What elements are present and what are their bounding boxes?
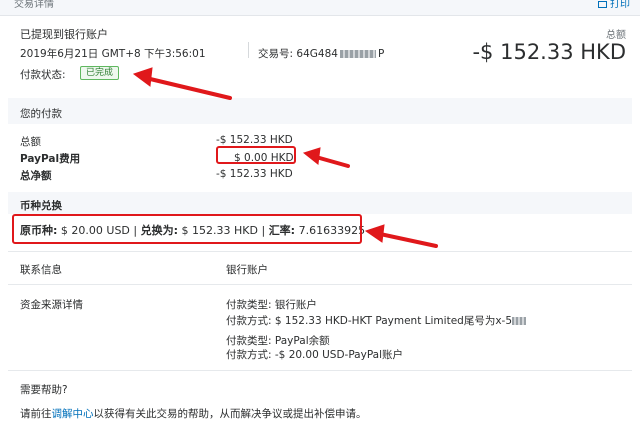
annotation-arrow-status [144, 76, 232, 100]
annotation-arrow-fx [378, 232, 438, 248]
annotation-arrowhead [132, 67, 153, 87]
annotation-arrowhead [302, 147, 321, 165]
annotation-arrow-fee [314, 155, 350, 168]
annotation-arrowhead [364, 224, 385, 243]
annotation-arrows [132, 67, 438, 248]
